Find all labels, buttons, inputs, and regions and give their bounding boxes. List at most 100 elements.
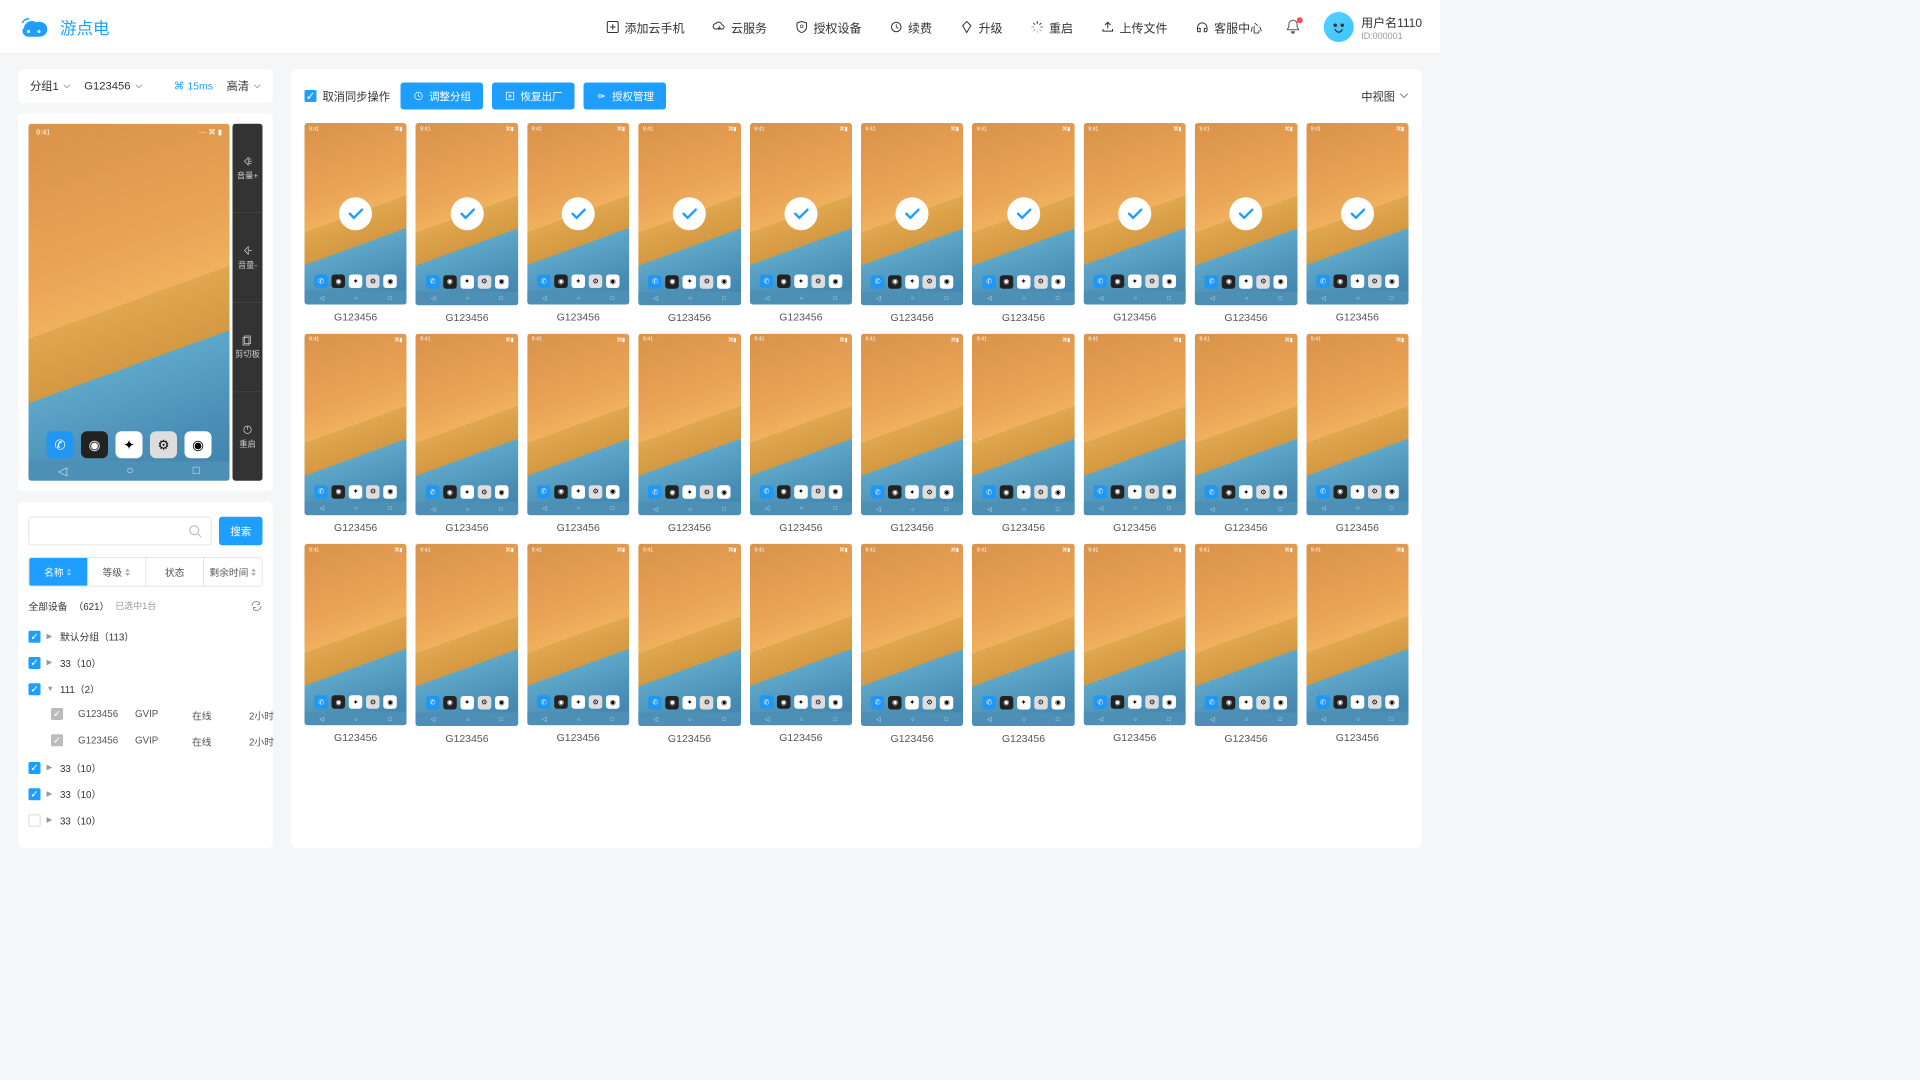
- device-card[interactable]: 9:41⌘▮✆◉✦⚙◉◁○□G123456: [527, 333, 629, 533]
- filter-剩余时间[interactable]: 剩余时间: [204, 558, 262, 586]
- nav-upload[interactable]: 上传文件: [1100, 18, 1168, 36]
- logo[interactable]: 游点电: [18, 15, 110, 39]
- filter-状态[interactable]: 状态: [146, 558, 204, 586]
- device-label: G123456: [334, 732, 377, 744]
- selected-check-icon: [450, 197, 483, 230]
- device-card[interactable]: 9:41⌘▮✆◉✦⚙◉◁○□G123456: [750, 333, 852, 533]
- refresh-icon: [889, 19, 904, 34]
- headset-icon: [1195, 19, 1210, 34]
- device-card[interactable]: 9:41⌘▮✆◉✦⚙◉◁○□G123456: [972, 123, 1074, 323]
- device-label: G123456: [891, 521, 934, 533]
- nav-cloud[interactable]: 云服务: [711, 18, 767, 36]
- ctrl-0[interactable]: 音量+: [233, 124, 263, 214]
- device-card[interactable]: 9:41⌘▮✆◉✦⚙◉◁○□G123456: [305, 333, 407, 533]
- device-label: G123456: [1113, 311, 1156, 323]
- device-label: G123456: [779, 732, 822, 744]
- select-all-toggle[interactable]: ✓ 取消同步操作: [305, 88, 391, 104]
- device-tree: ✓▶默认分组（113）✓▶33（10）✓▼111（2）✓G123456GVIP在…: [29, 624, 263, 834]
- device-card[interactable]: 9:41⌘▮✆◉✦⚙◉◁○□G123456: [305, 123, 407, 323]
- tree-device[interactable]: ✓G123456GVIP在线2小时: [29, 702, 263, 728]
- device-card[interactable]: 9:41⌘▮✆◉✦⚙◉◁○□G123456: [1084, 123, 1186, 323]
- device-card[interactable]: 9:41⌘▮✆◉✦⚙◉◁○□G123456: [416, 544, 518, 744]
- device-label: G123456: [1113, 521, 1156, 533]
- user-menu[interactable]: 用户名1110 ID:000001: [1324, 12, 1422, 42]
- chevron-down-icon: [1400, 93, 1409, 99]
- filter-等级[interactable]: 等级: [88, 558, 146, 586]
- ctrl-2[interactable]: 剪切板: [233, 303, 263, 393]
- nav-diamond[interactable]: 升级: [959, 18, 1003, 36]
- toolbar-btn-2[interactable]: 授权管理: [584, 83, 667, 110]
- device-card[interactable]: 9:41⌘▮✆◉✦⚙◉◁○□G123456: [750, 123, 852, 323]
- device-card[interactable]: 9:41⌘▮✆◉✦⚙◉◁○□G123456: [416, 123, 518, 323]
- loading-icon: [1030, 19, 1045, 34]
- device-card[interactable]: 9:41⌘▮✆◉✦⚙◉◁○□G123456: [861, 544, 963, 744]
- device-label: G123456: [1336, 521, 1379, 533]
- device-card[interactable]: 9:41⌘▮✆◉✦⚙◉◁○□G123456: [527, 544, 629, 744]
- tree-group[interactable]: ✓▶33（10）: [29, 781, 263, 807]
- view-dropdown[interactable]: 中视图: [1361, 88, 1408, 104]
- group-dropdown[interactable]: 分组1: [30, 78, 71, 94]
- sidebar-status-bar: 分组1 G123456 ⌘ 15ms 高清: [18, 69, 273, 103]
- toolbar-btn-1[interactable]: 恢复出厂: [492, 83, 575, 110]
- phone-preview: 9:41⋯ ⌘ ▮ ✆ ◉ ✦ ⚙ ◉ ◁○□ 音量+音量-剪切板重启: [18, 113, 273, 491]
- nav-shield[interactable]: 授权设备: [794, 18, 862, 36]
- device-card[interactable]: 9:41⌘▮✆◉✦⚙◉◁○□G123456: [638, 333, 740, 533]
- phone-app-icon: ✦: [116, 432, 143, 459]
- device-card[interactable]: 9:41⌘▮✆◉✦⚙◉◁○□G123456: [1306, 544, 1408, 744]
- tree-device[interactable]: ✓G123456GVIP在线2小时: [29, 729, 263, 755]
- device-card[interactable]: 9:41⌘▮✆◉✦⚙◉◁○□G123456: [972, 544, 1074, 744]
- device-label: G123456: [668, 732, 711, 744]
- device-label: G123456: [891, 311, 934, 323]
- device-label: G123456: [1336, 311, 1379, 323]
- device-label: G123456: [1002, 521, 1045, 533]
- search-button[interactable]: 搜索: [219, 517, 263, 546]
- device-card[interactable]: 9:41⌘▮✆◉✦⚙◉◁○□G123456: [638, 123, 740, 323]
- tree-group[interactable]: ✓▶33（10）: [29, 650, 263, 676]
- brand-name: 游点电: [60, 15, 110, 39]
- device-card[interactable]: 9:41⌘▮✆◉✦⚙◉◁○□G123456: [1084, 544, 1186, 744]
- tree-group[interactable]: ✓▶默认分组（113）: [29, 624, 263, 650]
- shield-icon: [794, 19, 809, 34]
- user-id: ID:000001: [1361, 30, 1422, 41]
- device-card[interactable]: 9:41⌘▮✆◉✦⚙◉◁○□G123456: [527, 123, 629, 323]
- quality-dropdown[interactable]: 高清: [226, 78, 261, 94]
- device-card[interactable]: 9:41⌘▮✆◉✦⚙◉◁○□G123456: [1195, 123, 1297, 323]
- nav-plus-box[interactable]: 添加云手机: [605, 18, 685, 36]
- toolbar-btn-0[interactable]: 调整分组: [401, 83, 484, 110]
- device-card[interactable]: 9:41⌘▮✆◉✦⚙◉◁○□G123456: [1306, 333, 1408, 533]
- tree-group[interactable]: ✓▶33（10）: [29, 755, 263, 781]
- nav-headset[interactable]: 客服中心: [1195, 18, 1263, 36]
- search-icon: [188, 525, 203, 540]
- refresh-button[interactable]: [251, 600, 263, 612]
- device-label: G123456: [1002, 732, 1045, 744]
- device-card[interactable]: 9:41⌘▮✆◉✦⚙◉◁○□G123456: [1084, 333, 1186, 533]
- device-card[interactable]: 9:41⌘▮✆◉✦⚙◉◁○□G123456: [1195, 544, 1297, 744]
- nav-refresh[interactable]: 续费: [889, 18, 933, 36]
- search-input[interactable]: [29, 517, 212, 546]
- tree-group[interactable]: ▶33（10）: [29, 807, 263, 833]
- ctrl-3[interactable]: 重启: [233, 392, 263, 481]
- device-grid: 9:41⌘▮✆◉✦⚙◉◁○□G1234569:41⌘▮✆◉✦⚙◉◁○□G1234…: [305, 123, 1409, 744]
- device-card[interactable]: 9:41⌘▮✆◉✦⚙◉◁○□G123456: [972, 333, 1074, 533]
- device-label: G123456: [779, 311, 822, 323]
- notification-bell[interactable]: [1285, 18, 1302, 35]
- phone-app-icon: ✆: [47, 432, 74, 459]
- device-card[interactable]: 9:41⌘▮✆◉✦⚙◉◁○□G123456: [305, 544, 407, 744]
- ctrl-1[interactable]: 音量-: [233, 213, 263, 303]
- device-card[interactable]: 9:41⌘▮✆◉✦⚙◉◁○□G123456: [1195, 333, 1297, 533]
- device-card[interactable]: 9:41⌘▮✆◉✦⚙◉◁○□G123456: [1306, 123, 1408, 323]
- cloud-icon: [711, 19, 726, 34]
- device-card[interactable]: 9:41⌘▮✆◉✦⚙◉◁○□G123456: [416, 333, 518, 533]
- device-card[interactable]: 9:41⌘▮✆◉✦⚙◉◁○□G123456: [638, 544, 740, 744]
- selected-check-icon: [1007, 197, 1040, 230]
- phone-screen[interactable]: 9:41⋯ ⌘ ▮ ✆ ◉ ✦ ⚙ ◉ ◁○□: [29, 124, 230, 481]
- nav-loading[interactable]: 重启: [1030, 18, 1074, 36]
- tree-group[interactable]: ✓▼111（2）: [29, 676, 263, 702]
- filter-名称[interactable]: 名称: [29, 558, 87, 586]
- device-label: G123456: [668, 521, 711, 533]
- device-dropdown[interactable]: G123456: [84, 80, 142, 93]
- device-card[interactable]: 9:41⌘▮✆◉✦⚙◉◁○□G123456: [861, 333, 963, 533]
- device-card[interactable]: 9:41⌘▮✆◉✦⚙◉◁○□G123456: [861, 123, 963, 323]
- device-card[interactable]: 9:41⌘▮✆◉✦⚙◉◁○□G123456: [750, 544, 852, 744]
- chevron-down-icon: [63, 84, 71, 89]
